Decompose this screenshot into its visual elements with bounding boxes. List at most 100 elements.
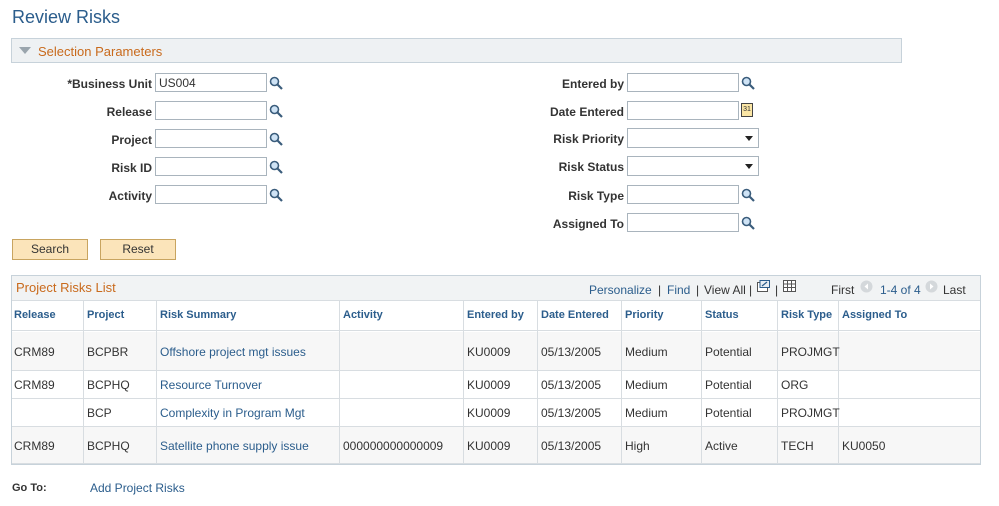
- column-divider: [83, 301, 84, 464]
- cell-entered-by: KU0009: [467, 439, 511, 453]
- last-link[interactable]: Last: [943, 283, 966, 297]
- cell-entered-by: KU0009: [467, 345, 511, 359]
- cell-assigned-to: KU0050: [842, 439, 886, 453]
- cell-release: CRM89: [14, 439, 55, 453]
- cell-date-entered: 05/13/2005: [541, 439, 602, 453]
- risk-id-input[interactable]: [155, 157, 267, 176]
- cell-entered-by: KU0009: [467, 406, 511, 420]
- column-divider: [777, 301, 778, 464]
- business-unit-input[interactable]: [155, 73, 267, 92]
- column-divider: [621, 301, 622, 464]
- risk-id-label: Risk ID: [111, 161, 152, 175]
- download-grid-icon[interactable]: [783, 280, 796, 292]
- cell-priority: High: [625, 439, 650, 453]
- cell-priority: Medium: [625, 406, 668, 420]
- column-divider: [156, 301, 157, 464]
- column-divider: [537, 301, 538, 464]
- separator: |: [775, 283, 779, 297]
- risk-status-label: Risk Status: [558, 160, 624, 174]
- chevron-down-icon: [745, 136, 753, 141]
- risk-type-input[interactable]: [627, 185, 739, 204]
- risk-type-lookup-icon[interactable]: [741, 188, 755, 202]
- release-lookup-icon[interactable]: [269, 104, 283, 118]
- col-risk-summary[interactable]: Risk Summary: [160, 309, 236, 321]
- cell-risk-type: TECH: [781, 439, 814, 453]
- separator: |: [696, 283, 700, 297]
- add-project-risks-link[interactable]: Add Project Risks: [90, 481, 185, 495]
- cell-date-entered: 05/13/2005: [541, 345, 602, 359]
- cell-status: Potential: [705, 378, 752, 392]
- cell-risk-summary-link[interactable]: Complexity in Program Mgt: [160, 406, 305, 420]
- col-risk-type[interactable]: Risk Type: [781, 309, 832, 321]
- first-link[interactable]: First: [831, 283, 854, 297]
- grid-title: Project Risks List: [16, 280, 116, 295]
- selection-parameters-header[interactable]: Selection Parameters: [11, 38, 902, 63]
- next-arrow-icon[interactable]: [925, 280, 938, 293]
- cell-activity: 000000000000009: [343, 439, 444, 453]
- col-activity[interactable]: Activity: [343, 309, 383, 321]
- business-unit-lookup-icon[interactable]: [269, 76, 283, 90]
- business-unit-label: *Business Unit: [67, 77, 152, 91]
- col-entered-by[interactable]: Entered by: [467, 309, 524, 321]
- assigned-to-label: Assigned To: [552, 217, 624, 231]
- project-lookup-icon[interactable]: [269, 132, 283, 146]
- date-entered-label: Date Entered: [549, 105, 624, 119]
- column-divider: [463, 301, 464, 464]
- reset-button[interactable]: Reset: [100, 239, 176, 260]
- chevron-down-icon: [745, 164, 753, 169]
- cell-status: Potential: [705, 406, 752, 420]
- column-divider: [701, 301, 702, 464]
- selection-parameters-label: Selection Parameters: [38, 44, 163, 59]
- cell-project: BCPHQ: [87, 439, 130, 453]
- col-status[interactable]: Status: [705, 309, 739, 321]
- assigned-to-lookup-icon[interactable]: [741, 216, 755, 230]
- new-window-icon[interactable]: [757, 280, 770, 292]
- cell-release: CRM89: [14, 378, 55, 392]
- cell-risk-summary-link[interactable]: Offshore project mgt issues: [160, 345, 306, 359]
- personalize-link[interactable]: Personalize: [589, 283, 652, 297]
- activity-lookup-icon[interactable]: [269, 188, 283, 202]
- row-range: 1-4 of 4: [880, 283, 921, 297]
- activity-input[interactable]: [155, 185, 267, 204]
- cell-project: BCP: [87, 406, 112, 420]
- calendar-icon[interactable]: 31: [741, 103, 753, 117]
- risk-id-lookup-icon[interactable]: [269, 160, 283, 174]
- separator: |: [658, 283, 662, 297]
- project-label: Project: [111, 133, 152, 147]
- view-all-link[interactable]: View All: [704, 283, 746, 297]
- find-link[interactable]: Find: [667, 283, 690, 297]
- search-button[interactable]: Search: [12, 239, 88, 260]
- col-date-entered[interactable]: Date Entered: [541, 309, 609, 321]
- assigned-to-input[interactable]: [627, 213, 739, 232]
- cell-risk-type: PROJMGT: [781, 345, 840, 359]
- cell-project: BCPBR: [87, 345, 129, 359]
- risk-status-select[interactable]: [627, 156, 759, 176]
- cell-date-entered: 05/13/2005: [541, 378, 602, 392]
- column-divider: [339, 301, 340, 464]
- cell-risk-summary-link[interactable]: Satellite phone supply issue: [160, 439, 309, 453]
- cell-status: Active: [705, 439, 738, 453]
- page-title: Review Risks: [12, 7, 121, 27]
- entered-by-lookup-icon[interactable]: [741, 76, 755, 90]
- col-release[interactable]: Release: [14, 309, 56, 321]
- project-input[interactable]: [155, 129, 267, 148]
- risk-priority-label: Risk Priority: [553, 132, 624, 146]
- cell-risk-summary-link[interactable]: Resource Turnover: [160, 378, 262, 392]
- entered-by-input[interactable]: [627, 73, 739, 92]
- col-assigned-to[interactable]: Assigned To: [842, 309, 907, 321]
- goto-label: Go To:: [12, 482, 47, 494]
- previous-arrow-icon[interactable]: [860, 280, 873, 293]
- risk-type-label: Risk Type: [568, 189, 624, 203]
- column-divider: [838, 301, 839, 464]
- date-entered-input[interactable]: [627, 101, 739, 120]
- release-label: Release: [106, 105, 152, 119]
- cell-release: CRM89: [14, 345, 55, 359]
- release-input[interactable]: [155, 101, 267, 120]
- cell-status: Potential: [705, 345, 752, 359]
- cell-entered-by: KU0009: [467, 378, 511, 392]
- col-project[interactable]: Project: [87, 309, 124, 321]
- col-priority[interactable]: Priority: [625, 309, 664, 321]
- risk-priority-select[interactable]: [627, 128, 759, 148]
- activity-label: Activity: [108, 189, 152, 203]
- collapse-triangle-icon[interactable]: [19, 47, 31, 54]
